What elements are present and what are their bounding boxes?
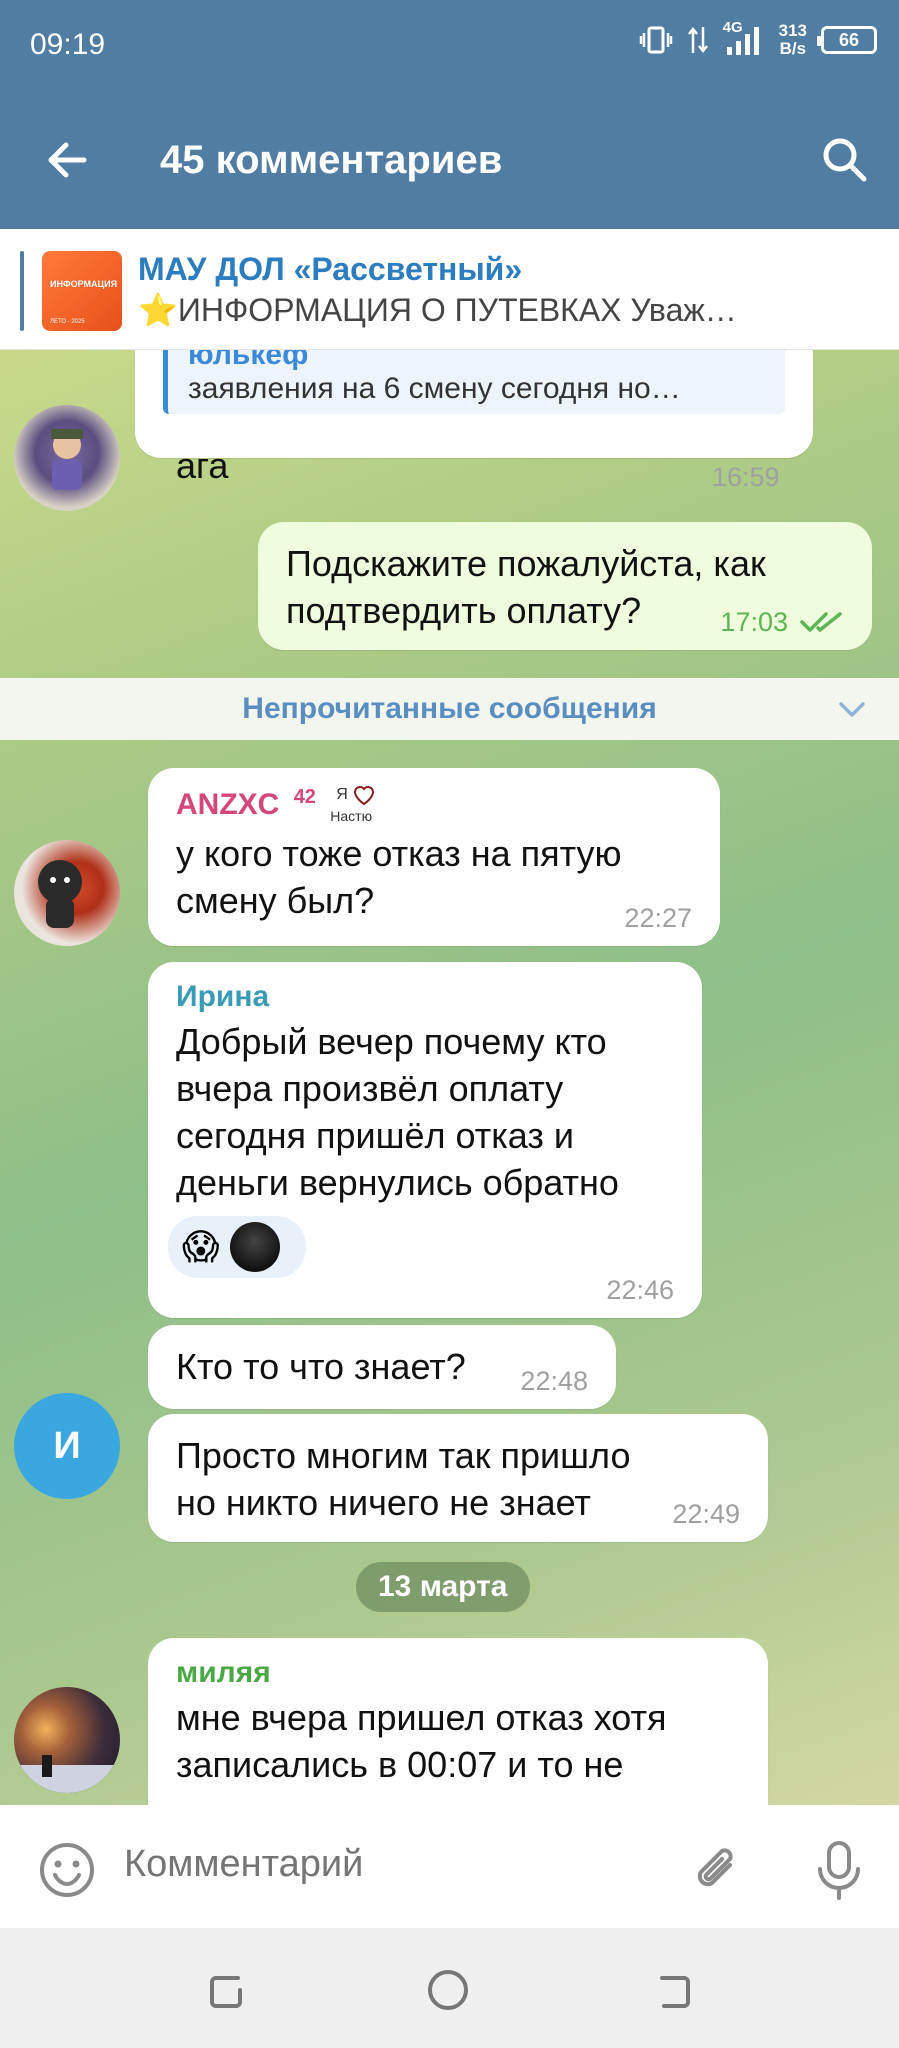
sender-tag: Я Настю	[328, 786, 382, 826]
date-chip: 13 марта	[356, 1562, 530, 1612]
avatar[interactable]	[14, 840, 120, 946]
message-composer	[0, 1805, 899, 1928]
sender-name[interactable]: Ирина	[176, 980, 674, 1014]
system-nav-bar	[0, 1928, 899, 2048]
app-header: 09:19 4G 313 B/s 66 45 комментариев	[0, 0, 899, 229]
pinned-post[interactable]: ИНФОРМАЦИЯ ЛЕТО - 2025 МАУ ДОЛ «Рассветн…	[0, 229, 899, 350]
emoji-icon[interactable]	[38, 1841, 96, 1899]
comment-input[interactable]	[124, 1843, 684, 1886]
status-icons: 4G 313 B/s 66	[639, 19, 877, 58]
message-time: 16:59	[712, 462, 780, 492]
message-bubble[interactable]: ANZXC 42 Я Настю у кого тоже отказ на пя…	[148, 768, 720, 946]
outgoing-message-bubble[interactable]: Подскажите пожалуйста, как подтвердить о…	[258, 522, 872, 650]
back-arrow-icon[interactable]	[40, 132, 96, 188]
message-text-line: сегодня пришёл отказ и	[176, 1115, 575, 1156]
recent-apps-icon[interactable]	[204, 1968, 248, 2012]
unread-divider: Непрочитанные сообщения	[0, 678, 899, 740]
message-bubble[interactable]: Кто то что знает? 22:48	[148, 1325, 616, 1409]
avatar[interactable]	[14, 1687, 120, 1793]
message-text-line: но никто ничего не знает	[176, 1482, 591, 1523]
message-text: ага	[176, 445, 229, 486]
message-text-line: деньги вернулись обратно	[176, 1162, 619, 1203]
message-text-line: вчера произвёл оплату	[176, 1068, 564, 1109]
chevron-down-icon[interactable]	[835, 692, 869, 726]
reaction-chip[interactable]: 😱	[168, 1216, 306, 1278]
message-text-line: записались в 00:07 и то не	[176, 1744, 624, 1785]
heart-icon	[354, 786, 375, 806]
message-text-line: смену был?	[176, 880, 375, 921]
network-speed: 313 B/s	[778, 21, 807, 58]
sender-name[interactable]: ANZXC 42 Я Настю	[176, 786, 692, 826]
read-check-icon	[800, 612, 842, 632]
message-time: 17:03	[720, 607, 788, 637]
signal-icon: 4G	[723, 19, 765, 57]
sender-name[interactable]: миляя	[176, 1656, 740, 1690]
reply-quote[interactable]: юлькеф заявления на 6 смену сегодня но…	[163, 350, 785, 414]
message-bubble[interactable]: миляя мне вчера пришел отказ хотя записа…	[148, 1638, 768, 1805]
avatar	[229, 1222, 280, 1272]
message-text-line: Подскажите пожалуйста, как	[286, 543, 766, 584]
message-bubble[interactable]: Ирина Добрый вечер почему кто вчера прои…	[148, 962, 702, 1318]
message-time: 22:27	[624, 903, 692, 933]
message-time: 22:48	[520, 1366, 588, 1396]
paperclip-icon[interactable]	[690, 1841, 748, 1899]
reply-author: юлькеф	[188, 350, 309, 371]
home-icon[interactable]	[426, 1968, 470, 2012]
message-time: 22:46	[606, 1275, 674, 1305]
battery-icon: 66	[817, 26, 877, 54]
page-title: 45 комментариев	[160, 138, 503, 182]
message-text-line: мне вчера пришел отказ хотя	[176, 1697, 667, 1738]
pinned-preview-text: ⭐ИНФОРМАЦИЯ О ПУТЕВКАХ Уваж…	[138, 292, 737, 328]
avatar[interactable]: И	[14, 1393, 120, 1499]
status-time: 09:19	[30, 28, 106, 61]
pinned-channel-name: МАУ ДОЛ «Рассветный»	[138, 251, 523, 287]
chat-area[interactable]: юлькеф заявления на 6 смену сегодня но… …	[0, 350, 899, 1805]
avatar-letter: И	[53, 1424, 81, 1467]
message-bubble[interactable]: юлькеф заявления на 6 смену сегодня но…	[135, 350, 813, 458]
sender-badge: 42	[293, 786, 316, 808]
search-icon[interactable]	[817, 132, 873, 188]
microphone-icon[interactable]	[810, 1839, 868, 1901]
vibrate-icon	[639, 26, 672, 54]
data-arrows-icon	[687, 26, 708, 54]
avatar[interactable]	[14, 405, 120, 511]
pinned-thumbnail: ИНФОРМАЦИЯ ЛЕТО - 2025	[42, 251, 122, 331]
message-text-line: Просто многим так пришло	[176, 1435, 631, 1476]
message-bubble[interactable]: Просто многим так пришло но никто ничего…	[148, 1414, 768, 1542]
message-time: 22:49	[672, 1499, 740, 1529]
back-nav-icon[interactable]	[652, 1968, 696, 2012]
reaction-emoji: 😱	[182, 1226, 220, 1267]
pinned-accent-bar	[20, 251, 24, 331]
message-text-line: у кого тоже отказ на пятую	[176, 833, 622, 874]
message-text-line: Добрый вечер почему кто	[176, 1021, 607, 1062]
reply-text: заявления на 6 смену сегодня но…	[188, 372, 681, 405]
